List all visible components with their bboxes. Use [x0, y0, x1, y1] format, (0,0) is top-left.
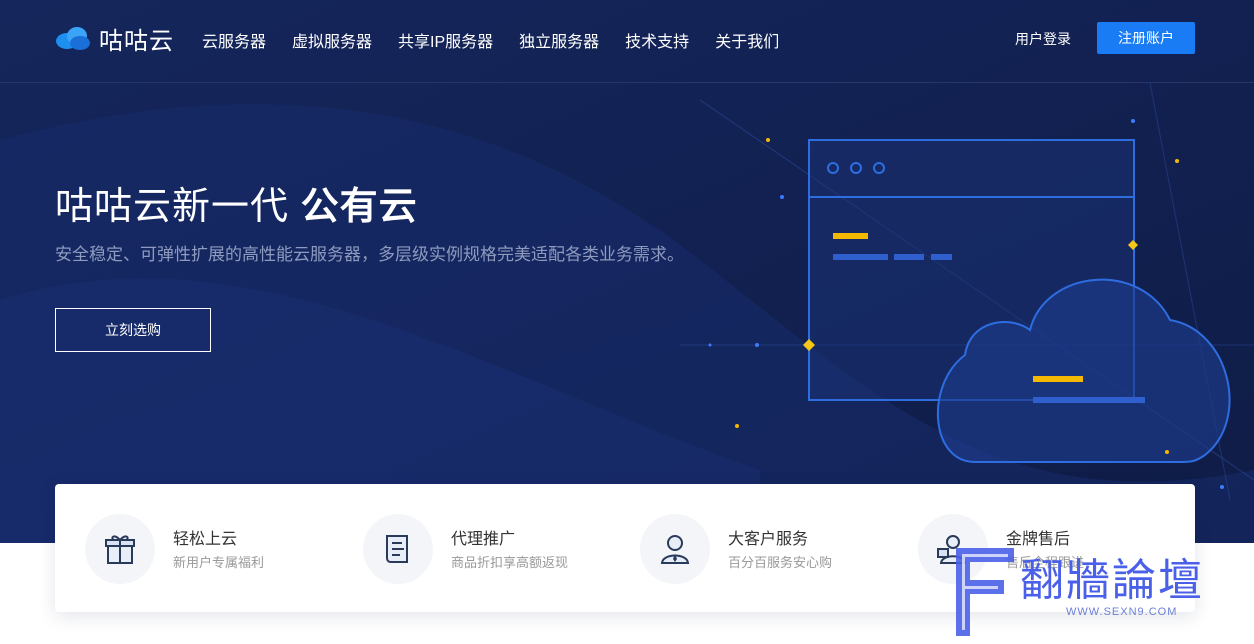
brand-logo[interactable]: 咕咕云 — [55, 22, 174, 55]
feature-desc: 新用户专属福利 — [173, 555, 265, 570]
buy-now-button[interactable]: 立刻选购 — [55, 308, 211, 352]
feature-desc: 百分百服务安心购 — [728, 555, 833, 570]
feature-card-easy-cloud[interactable]: 轻松上云 新用户专属福利 — [55, 514, 315, 584]
brand-name: 咕咕云 — [99, 27, 174, 55]
main-nav: 云服务器 虚拟服务器 共享IP服务器 独立服务器 技术支持 关于我们 — [202, 28, 805, 52]
cloud-logo-icon — [56, 27, 90, 50]
watermark-url: WWW.SEXN9.COM — [1066, 606, 1178, 618]
feature-desc: 商品折扣享高额返现 — [451, 555, 569, 570]
user-icon — [640, 514, 710, 584]
login-link[interactable]: 用户登录 — [1015, 29, 1071, 49]
hero-title-main: 咕咕云新一代 — [55, 186, 301, 228]
feature-title: 大客户服务 — [728, 531, 809, 548]
watermark-text: 翻牆論壇 — [1020, 555, 1204, 606]
top-navbar: 咕咕云 云服务器 虚拟服务器 共享IP服务器 独立服务器 技术支持 关于我们 用… — [0, 0, 1254, 83]
nav-item-shared-ip-server[interactable]: 共享IP服务器 — [398, 28, 493, 52]
feature-card-enterprise-service[interactable]: 大客户服务 百分百服务安心购 — [610, 514, 870, 584]
feature-title: 轻松上云 — [173, 531, 238, 548]
nav-item-about-us[interactable]: 关于我们 — [715, 28, 779, 52]
hero-banner: 咕咕云 云服务器 虚拟服务器 共享IP服务器 独立服务器 技术支持 关于我们 用… — [0, 0, 1254, 543]
feature-title: 代理推广 — [451, 531, 516, 548]
hero-title-bold: 公有云 — [300, 186, 418, 228]
nav-item-cloud-server[interactable]: 云服务器 — [202, 28, 266, 52]
nav-item-tech-support[interactable]: 技术支持 — [625, 28, 689, 52]
feature-card-agent-promotion[interactable]: 代理推广 商品折扣享高额返现 — [333, 514, 593, 584]
document-icon — [363, 514, 433, 584]
nav-item-virtual-server[interactable]: 虚拟服务器 — [292, 28, 372, 52]
watermark-logo-icon — [956, 548, 1014, 636]
hero-subtitle: 安全稳定、可弹性扩展的高性能云服务器，多层级实例规格完美适配各类业务需求。 — [55, 245, 684, 264]
watermark-overlay: 翻牆論壇 WWW.SEXN9.COM — [948, 540, 1254, 644]
register-button[interactable]: 注册账户 — [1097, 22, 1195, 54]
gift-icon — [85, 514, 155, 584]
nav-item-dedicated-server[interactable]: 独立服务器 — [519, 28, 599, 52]
hero-title: 咕咕云新一代 公有云 — [55, 175, 418, 230]
